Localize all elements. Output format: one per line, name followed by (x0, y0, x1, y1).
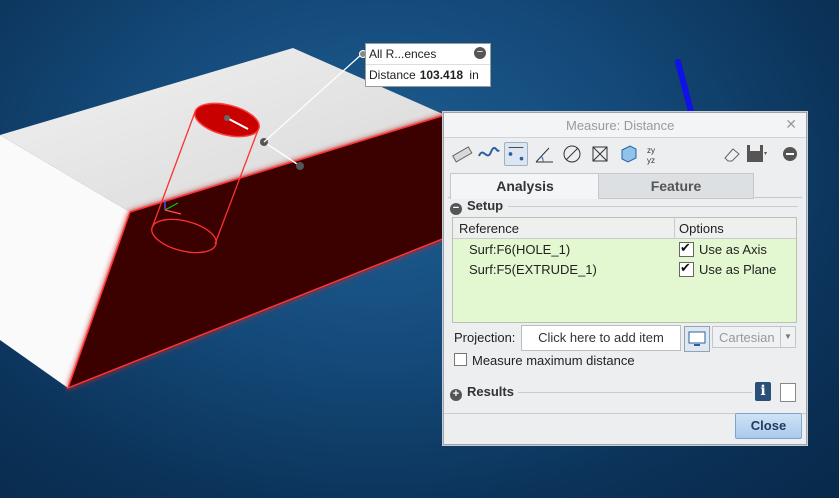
collapse-icon[interactable] (778, 142, 802, 166)
dialog-tabs: Analysis Feature (448, 171, 802, 199)
table-row[interactable]: Surf:F6(HOLE_1) Use as Axis (453, 240, 796, 260)
diameter-icon[interactable] (560, 142, 584, 166)
info-icon[interactable]: i (755, 382, 771, 401)
distance-icon[interactable] (504, 142, 528, 166)
reference-table: Reference Options Surf:F6(HOLE_1) Use as… (452, 217, 797, 323)
results-divider (518, 392, 752, 393)
distance-value: 103.418 (419, 68, 464, 82)
expand-icon[interactable]: + (450, 389, 462, 401)
monitor-icon[interactable] (684, 326, 710, 352)
use-as-axis-checkbox[interactable] (679, 240, 694, 257)
collapse-icon[interactable]: − (474, 47, 486, 59)
results-section-header[interactable]: + Results (450, 384, 514, 401)
transform-icon[interactable]: zyyz (644, 142, 668, 166)
setup-divider (508, 206, 798, 207)
close-icon[interactable]: ✕ (785, 116, 797, 133)
area-icon[interactable] (588, 142, 612, 166)
curve-icon[interactable] (477, 142, 501, 166)
distance-label: Distance (369, 68, 416, 82)
measurement-callout[interactable]: All R...ences − Distance 103.418 in (365, 43, 491, 87)
use-as-plane-checkbox[interactable] (679, 260, 694, 277)
dialog-titlebar[interactable]: Measure: Distance ✕ (444, 113, 806, 138)
svg-text:zy: zy (647, 146, 655, 155)
distance-unit: in (469, 68, 479, 82)
eraser-icon[interactable] (720, 142, 744, 166)
setup-label: Setup (467, 198, 504, 213)
measure-toolbar: zy yz (444, 139, 806, 169)
column-divider (674, 218, 675, 238)
tab-feature[interactable]: Feature (598, 173, 754, 199)
column-header-reference: Reference (459, 221, 519, 236)
column-header-options: Options (679, 221, 724, 236)
projection-type-value: Cartesian (719, 330, 775, 345)
reference-cell: Surf:F5(EXTRUDE_1) (469, 262, 597, 277)
table-row[interactable]: Surf:F5(EXTRUDE_1) Use as Plane (453, 260, 796, 280)
angle-icon[interactable] (533, 142, 557, 166)
callout-title: All R...ences (369, 47, 437, 61)
table-header: Reference Options (453, 218, 796, 239)
measure-dialog: Measure: Distance ✕ zy yz Analysis Featur… (443, 112, 807, 445)
tab-analysis[interactable]: Analysis (450, 173, 600, 199)
projection-add-item-button[interactable]: Click here to add item (521, 325, 681, 351)
collapse-icon[interactable]: − (450, 203, 462, 215)
axis-point (224, 115, 230, 121)
close-button[interactable]: Close (735, 413, 802, 439)
option-label: Use as Plane (699, 262, 777, 277)
distance-endpoint (296, 162, 304, 170)
projection-type-select[interactable]: Cartesian ▼ (712, 326, 796, 348)
dialog-title: Measure: Distance (566, 118, 675, 133)
report-icon[interactable] (780, 383, 796, 402)
projection-label: Projection: (454, 330, 516, 345)
ruler-icon[interactable] (450, 142, 474, 166)
setup-section-header[interactable]: − Setup (450, 198, 504, 215)
callout-distance: Distance 103.418 in (369, 68, 479, 82)
volume-icon[interactable] (616, 142, 640, 166)
save-icon[interactable] (744, 142, 768, 166)
callout-divider (366, 64, 490, 65)
svg-text:yz: yz (647, 156, 655, 165)
option-label: Use as Axis (699, 242, 767, 257)
max-distance-label: Measure maximum distance (472, 353, 635, 368)
results-label: Results (467, 384, 514, 399)
max-distance-checkbox[interactable] (454, 353, 467, 366)
chevron-down-icon[interactable]: ▼ (780, 327, 795, 347)
reference-cell: Surf:F6(HOLE_1) (469, 242, 571, 257)
max-distance-option[interactable]: Measure maximum distance (454, 353, 635, 368)
